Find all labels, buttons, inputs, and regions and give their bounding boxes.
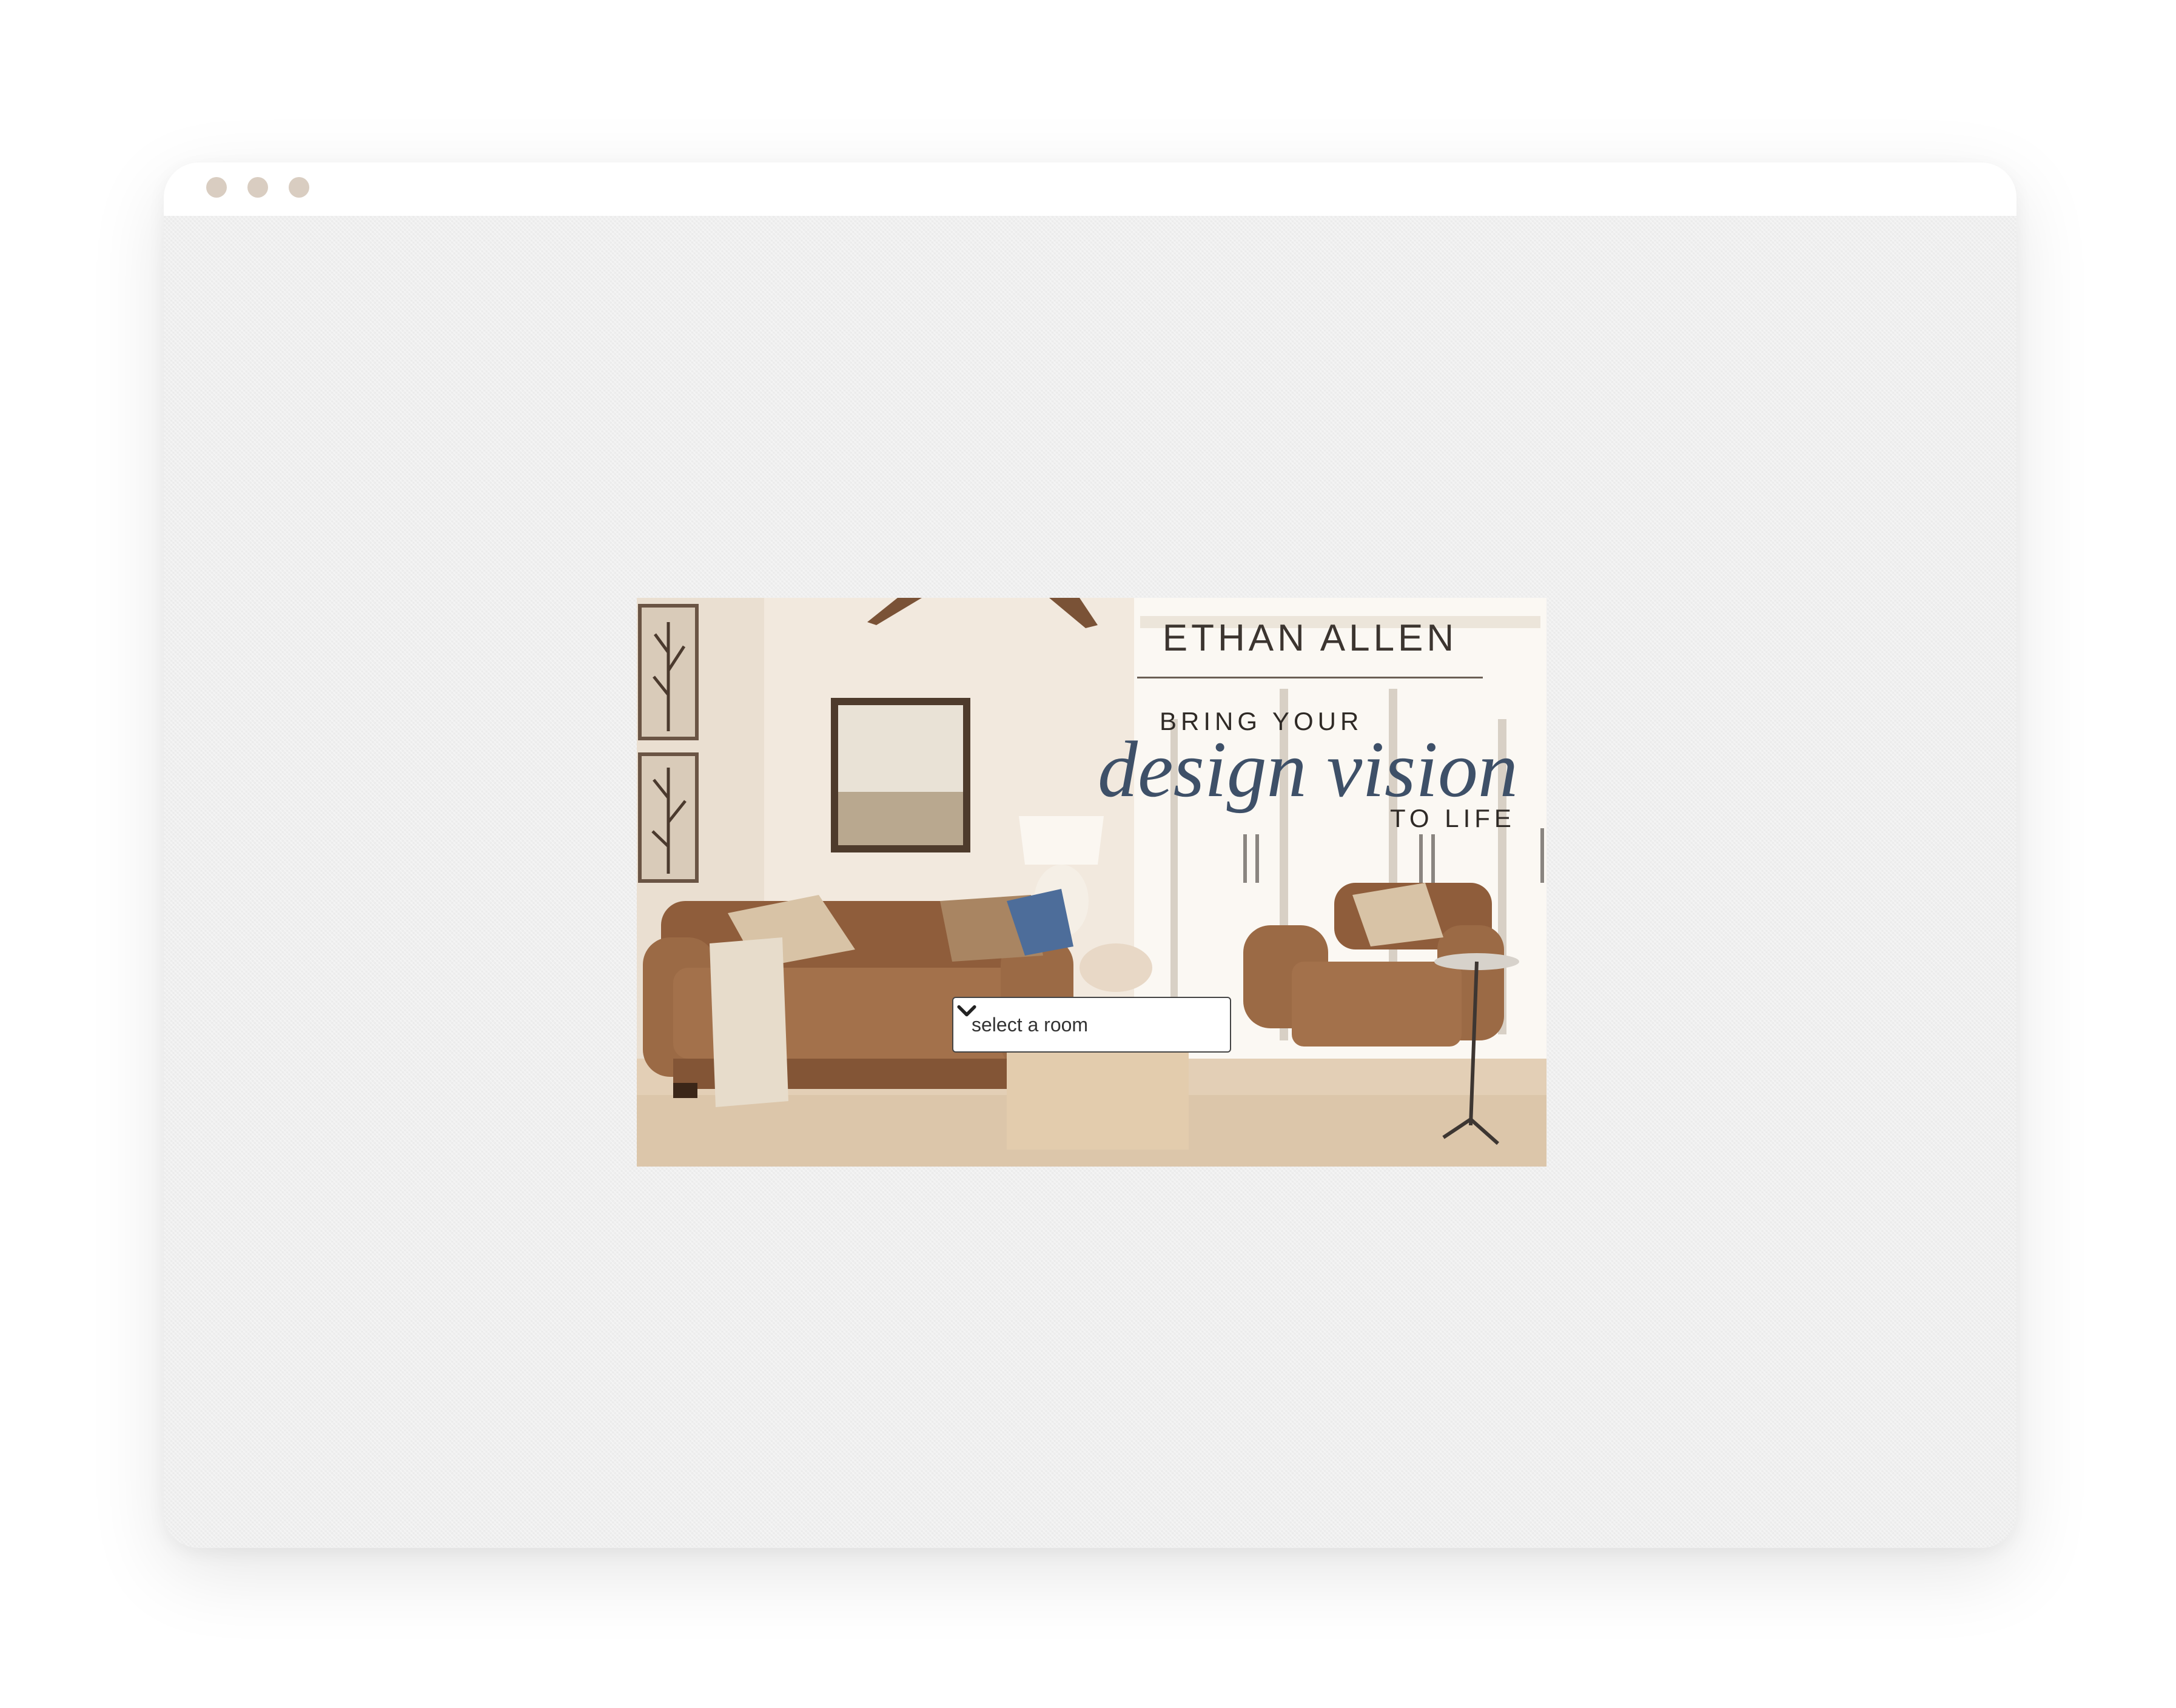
window-maximize-dot[interactable]	[289, 177, 309, 198]
window-minimize-dot[interactable]	[247, 177, 268, 198]
tagline-bottom: TO LIFE	[1390, 804, 1516, 832]
window-close-dot[interactable]	[206, 177, 227, 198]
screenshot-stage: ETHAN ALLEN BRING YOUR design vision TO …	[0, 0, 2176, 1708]
brand-logo[interactable]: ETHAN ALLEN	[1098, 616, 1522, 657]
hero-banner: ETHAN ALLEN BRING YOUR design vision TO …	[637, 598, 1546, 1167]
room-scene-illustration	[637, 598, 1546, 1167]
brand-block: ETHAN ALLEN	[1098, 616, 1522, 678]
room-select-label: select a room	[972, 1013, 1089, 1036]
chevron-down-icon	[957, 1005, 976, 1017]
browser-window: ETHAN ALLEN BRING YOUR design vision TO …	[164, 162, 2016, 1548]
tagline-script: design vision	[1098, 725, 1518, 814]
brand-divider	[1137, 677, 1483, 678]
page-viewport: ETHAN ALLEN BRING YOUR design vision TO …	[164, 216, 2016, 1548]
room-select-dropdown[interactable]: select a room	[952, 997, 1231, 1053]
browser-titlebar	[164, 162, 2016, 216]
